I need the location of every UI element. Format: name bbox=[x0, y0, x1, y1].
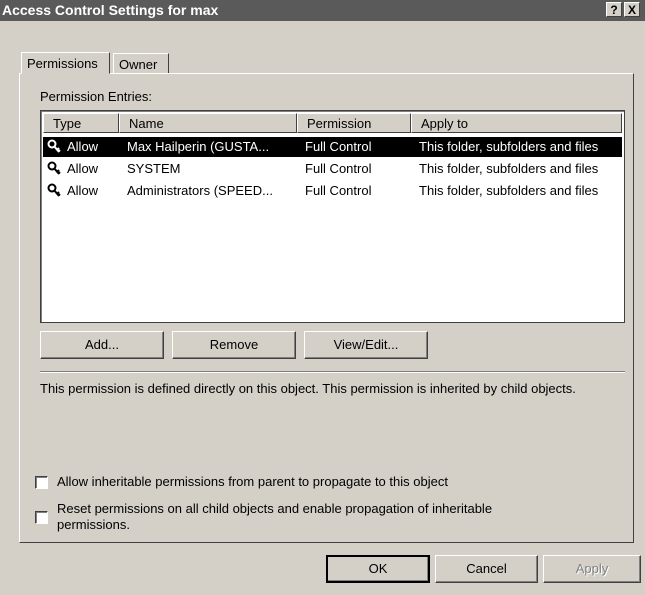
help-button[interactable]: ? bbox=[606, 2, 622, 17]
row-type: Allow bbox=[67, 161, 99, 176]
permission-entries-label: Permission Entries: bbox=[40, 89, 152, 104]
column-header-apply-to[interactable]: Apply to bbox=[411, 113, 622, 133]
row-type: Allow bbox=[67, 183, 99, 198]
view-edit-button[interactable]: View/Edit... bbox=[304, 331, 428, 359]
column-header-type[interactable]: Type bbox=[43, 113, 119, 133]
key-icon bbox=[47, 183, 61, 197]
apply-button[interactable]: Apply bbox=[543, 555, 641, 583]
table-row[interactable]: Allow SYSTEM Full Control This folder, s… bbox=[43, 159, 622, 179]
row-permission: Full Control bbox=[305, 161, 372, 176]
key-icon bbox=[47, 139, 61, 153]
title-bar: Access Control Settings for max ? X bbox=[0, 0, 645, 21]
inherit-permissions-checkbox[interactable] bbox=[35, 476, 48, 489]
table-row[interactable]: Allow Administrators (SPEED... Full Cont… bbox=[43, 181, 622, 201]
row-apply-to: This folder, subfolders and files bbox=[419, 161, 599, 176]
column-header-name[interactable]: Name bbox=[119, 113, 297, 133]
inherit-permissions-label: Allow inheritable permissions from paren… bbox=[57, 474, 448, 489]
row-type: Allow bbox=[67, 139, 99, 154]
close-button[interactable]: X bbox=[624, 2, 640, 17]
row-apply-to: This folder, subfolders and files bbox=[419, 183, 599, 198]
tab-permissions-label: Permissions bbox=[27, 56, 98, 71]
reset-permissions-label-line2: permissions. bbox=[57, 517, 130, 532]
permission-entries-list[interactable]: Type Name Permission Apply to Allow Max … bbox=[40, 110, 625, 323]
row-apply-to: This folder, subfolders and files bbox=[419, 139, 599, 154]
table-row[interactable]: Allow Max Hailperin (GUSTA... Full Contr… bbox=[43, 137, 622, 157]
tab-owner-label: Owner bbox=[119, 57, 158, 72]
remove-button[interactable]: Remove bbox=[172, 331, 296, 359]
row-name: SYSTEM bbox=[127, 161, 181, 176]
separator bbox=[40, 371, 625, 373]
add-button[interactable]: Add... bbox=[40, 331, 164, 359]
cancel-button[interactable]: Cancel bbox=[435, 555, 538, 583]
reset-permissions-checkbox[interactable] bbox=[35, 511, 48, 524]
row-permission: Full Control bbox=[305, 139, 372, 154]
window-title: Access Control Settings for max bbox=[2, 2, 219, 18]
row-permission: Full Control bbox=[305, 183, 372, 198]
ok-button[interactable]: OK bbox=[326, 555, 430, 583]
reset-permissions-label-line1: Reset permissions on all child objects a… bbox=[57, 501, 493, 516]
permission-description: This permission is defined directly on t… bbox=[40, 381, 576, 396]
row-name: Administrators (SPEED... bbox=[127, 183, 273, 198]
key-icon bbox=[47, 161, 61, 175]
column-header-permission[interactable]: Permission bbox=[297, 113, 411, 133]
tab-permissions[interactable]: Permissions bbox=[21, 52, 110, 74]
tab-owner[interactable]: Owner bbox=[113, 53, 169, 73]
row-name: Max Hailperin (GUSTA... bbox=[127, 139, 270, 154]
